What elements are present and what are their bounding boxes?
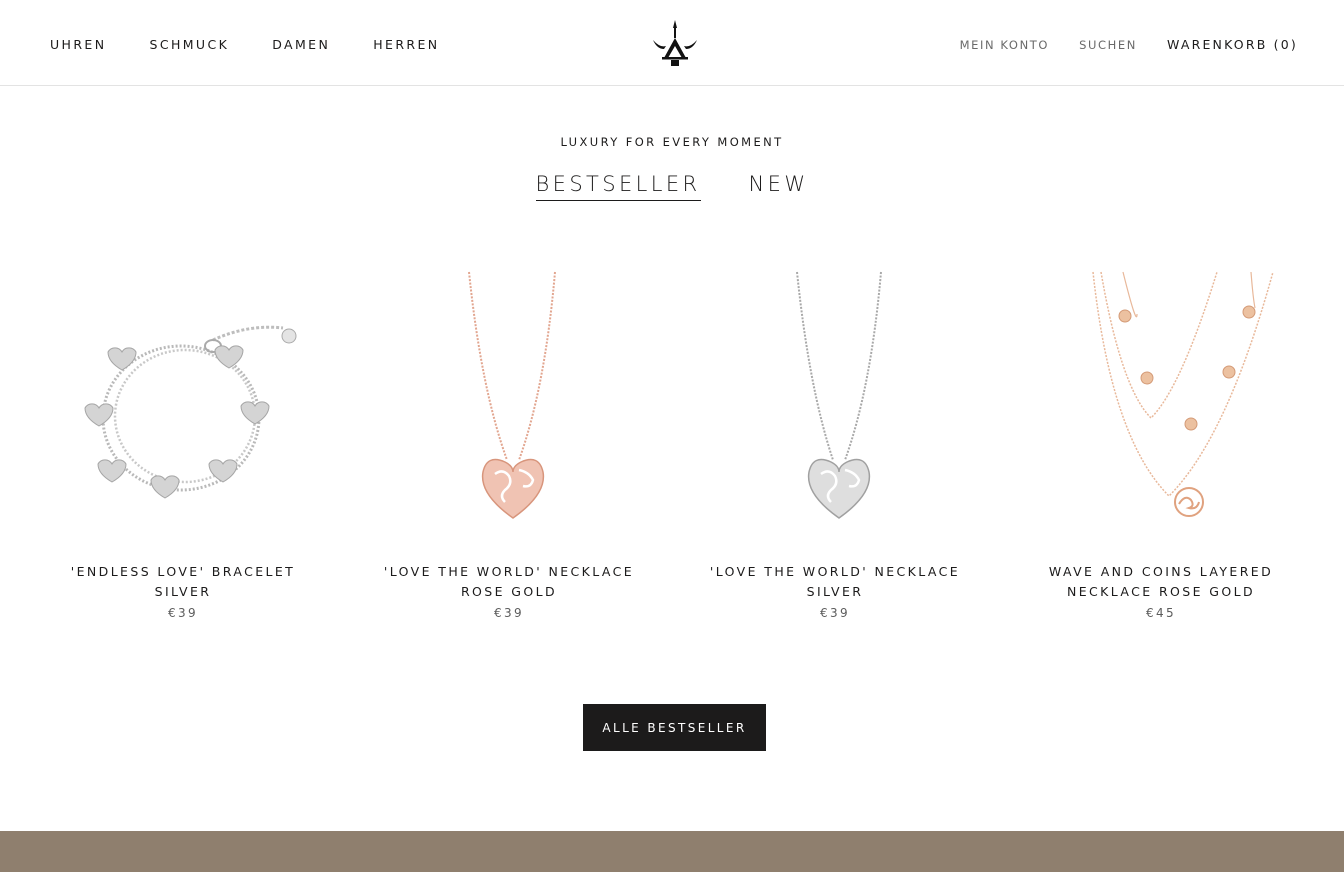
cart-link[interactable]: WARENKORB (0) — [1167, 37, 1298, 52]
product-tabs: BESTSELLER NEW — [0, 172, 1344, 201]
product-title[interactable]: 'ENDLESS LOVE' BRACELET SILVER — [53, 562, 313, 602]
rose-gold-layered-coins-necklace-image[interactable] — [1041, 268, 1281, 524]
tab-bestseller[interactable]: BESTSELLER — [535, 172, 701, 201]
nav-item-uhren[interactable]: UHREN — [50, 37, 106, 52]
product-price: €45 — [1145, 606, 1177, 620]
account-nav: MEIN KONTO SUCHEN WARENKORB (0) — [960, 37, 1298, 52]
product-card[interactable]: 'LOVE THE WORLD' NECKLACE SILVER €39 — [672, 268, 998, 620]
product-price: €39 — [167, 606, 199, 620]
footer-band — [0, 831, 1344, 872]
section-kicker: LUXURY FOR EVERY MOMENT — [560, 135, 784, 149]
product-price: €39 — [493, 606, 525, 620]
product-grid: 'ENDLESS LOVE' BRACELET SILVER €39 'LOVE… — [20, 268, 1324, 620]
all-bestsellers-button[interactable]: ALLE BESTSELLER — [583, 704, 766, 751]
rose-gold-heart-world-necklace-image[interactable] — [389, 268, 629, 524]
product-title[interactable]: WAVE AND COINS LAYERED NECKLACE ROSE GOL… — [1031, 562, 1291, 602]
product-price: €39 — [819, 606, 851, 620]
nav-item-schmuck[interactable]: SCHMUCK — [149, 37, 229, 52]
main-nav: UHREN SCHMUCK DAMEN HERREN — [50, 37, 483, 52]
search-link[interactable]: SUCHEN — [1079, 38, 1137, 52]
product-title[interactable]: 'LOVE THE WORLD' NECKLACE ROSE GOLD — [379, 562, 639, 602]
trident-logo-icon[interactable] — [650, 18, 700, 68]
product-card[interactable]: 'LOVE THE WORLD' NECKLACE ROSE GOLD €39 — [346, 268, 672, 620]
nav-item-herren[interactable]: HERREN — [373, 37, 439, 52]
silver-heart-bracelet-image[interactable] — [63, 268, 303, 524]
tab-new[interactable]: NEW — [749, 172, 809, 201]
silver-heart-world-necklace-image[interactable] — [715, 268, 955, 524]
nav-item-damen[interactable]: DAMEN — [272, 37, 330, 52]
site-header: UHREN SCHMUCK DAMEN HERREN MEIN KONTO SU… — [0, 0, 1344, 86]
product-card[interactable]: 'ENDLESS LOVE' BRACELET SILVER €39 — [20, 268, 346, 620]
account-link[interactable]: MEIN KONTO — [960, 38, 1049, 52]
product-card[interactable]: WAVE AND COINS LAYERED NECKLACE ROSE GOL… — [998, 268, 1324, 620]
product-title[interactable]: 'LOVE THE WORLD' NECKLACE SILVER — [705, 562, 965, 602]
